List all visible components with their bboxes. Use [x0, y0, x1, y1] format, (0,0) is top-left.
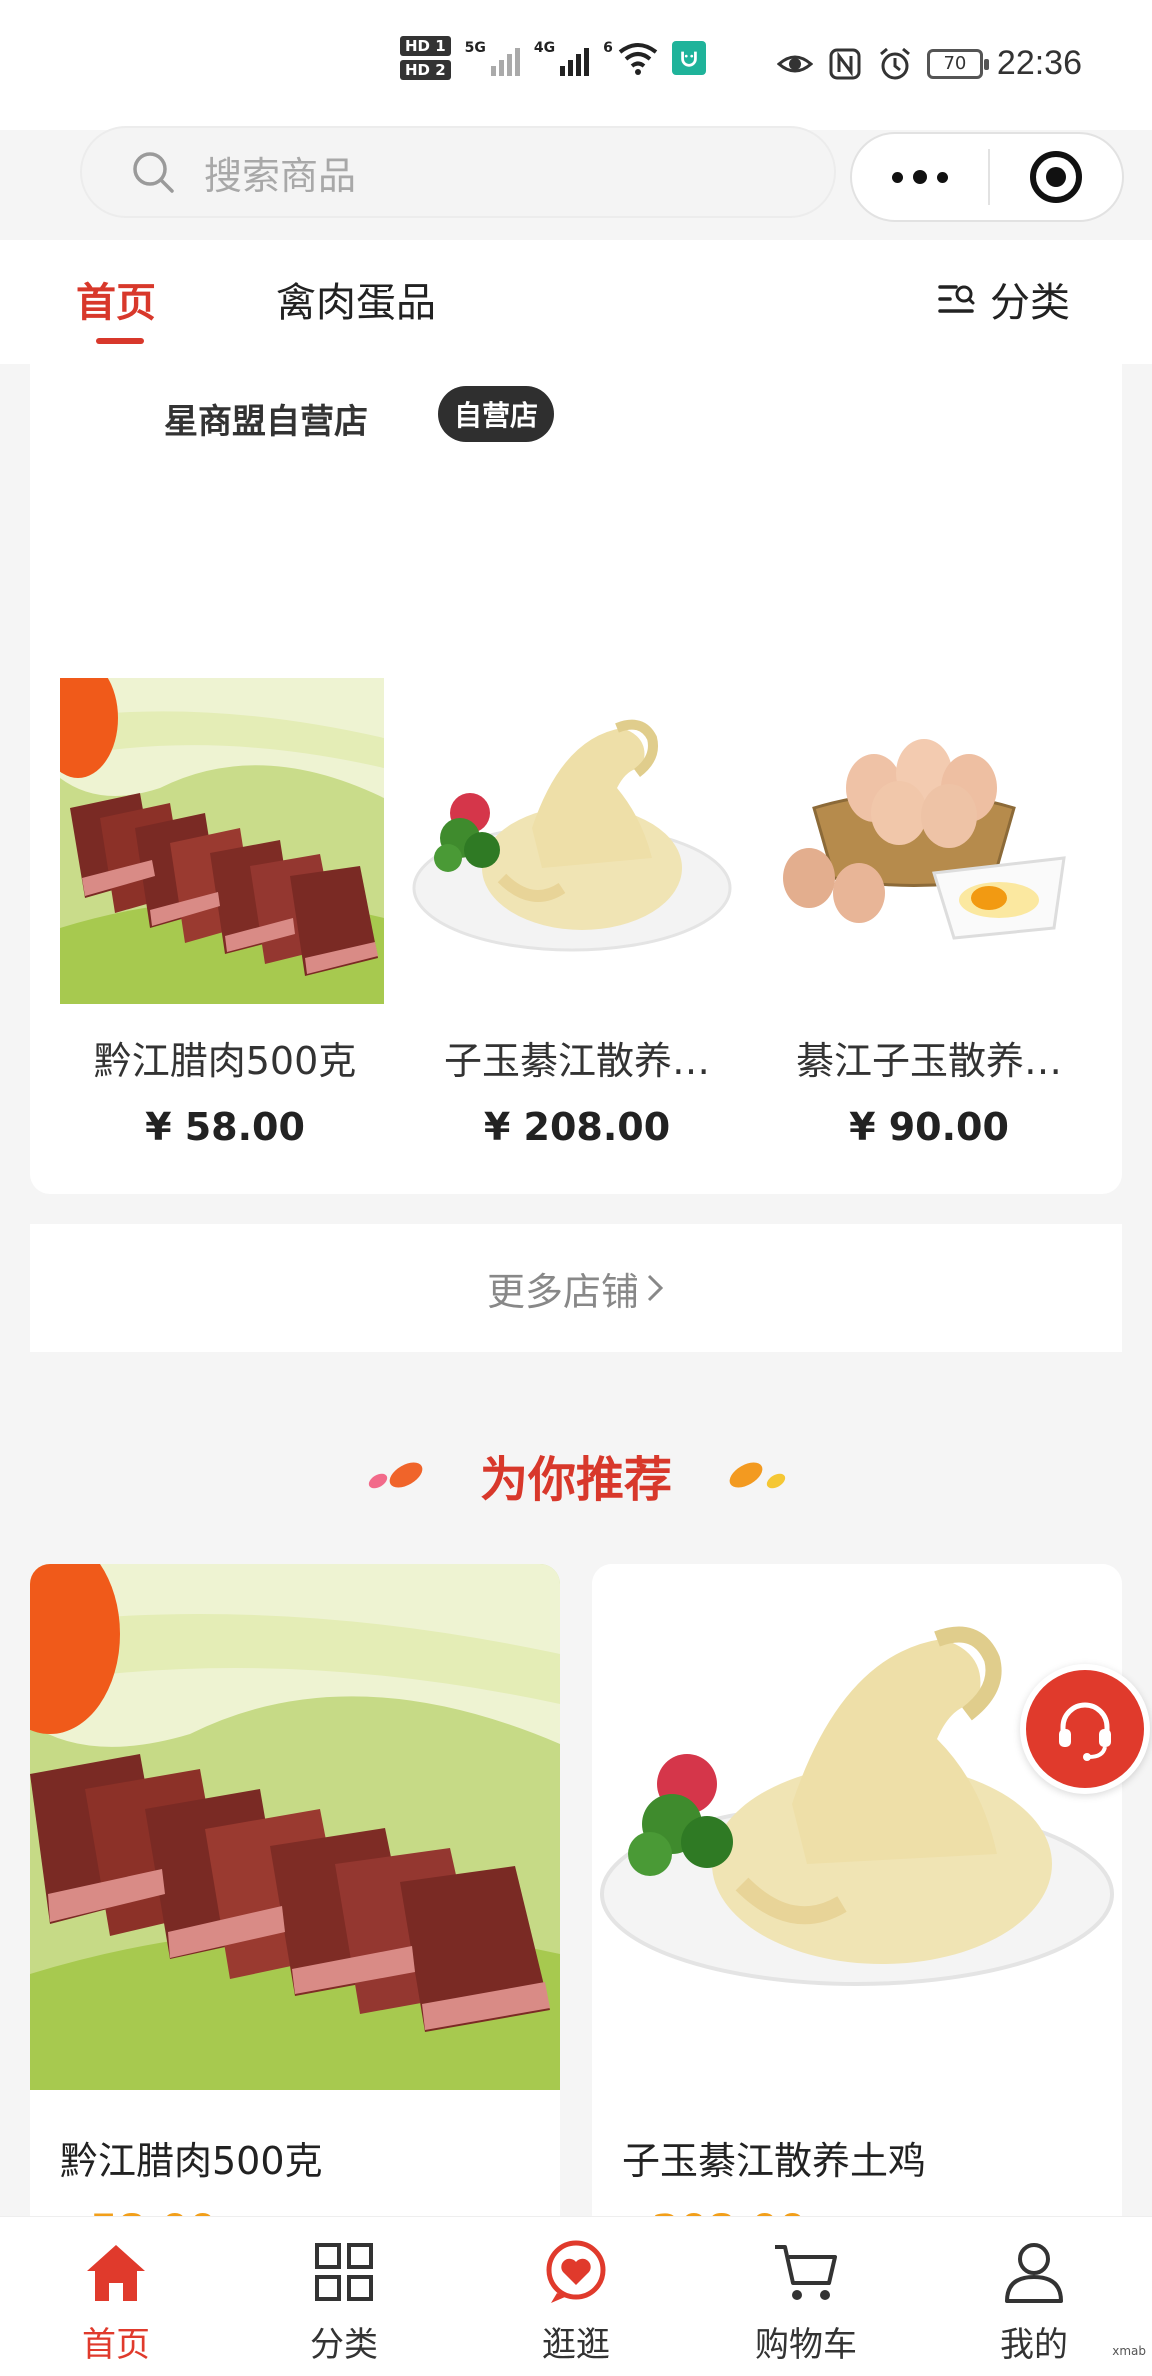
chevron-right-icon: [647, 1274, 664, 1302]
page: HD 1 HD 2 5G 4G 6 70 22:36 搜索商品 首页 禽肉蛋品 …: [0, 0, 1152, 2376]
bacon-image: [30, 1564, 560, 2090]
net3-label: 6: [603, 40, 613, 56]
tab-home[interactable]: 首页: [76, 270, 156, 328]
more-stores-label: 更多店铺: [486, 1269, 639, 1314]
hd1-label: HD 1: [400, 36, 451, 56]
store-product-name: 子玉綦江散养…: [443, 1039, 710, 1083]
recommend-title: 为你推荐: [479, 1452, 672, 1508]
store-product[interactable]: 子玉綦江散养… ¥ 208.00: [412, 678, 742, 1149]
category-label: 分类: [990, 280, 1070, 326]
bacon-image: [60, 678, 384, 1004]
search-input[interactable]: 搜索商品: [80, 126, 836, 218]
user-icon: [1005, 2243, 1063, 2303]
nav-cart[interactable]: 购物车: [726, 2237, 886, 2366]
status-right: 70 22:36: [776, 44, 1082, 83]
wifi-icon: 6: [603, 40, 658, 76]
tab-poultry-eggs[interactable]: 禽肉蛋品: [276, 270, 436, 328]
tab-active-indicator: [96, 338, 144, 344]
clock-time: 22:36: [996, 44, 1082, 82]
recommend-header: 为你推荐: [0, 1440, 1152, 1510]
nav-label: 分类: [310, 2325, 378, 2365]
heart-chat-icon: [546, 2240, 606, 2303]
category-list-icon: [938, 285, 975, 313]
store-product-name: 黔江腊肉500克: [93, 1039, 357, 1083]
customer-service-button[interactable]: [1020, 1664, 1150, 1794]
alarm-icon: [879, 47, 910, 79]
nav-profile[interactable]: 我的: [954, 2237, 1114, 2366]
net1-label: 5G: [464, 40, 486, 56]
search-placeholder: 搜索商品: [204, 153, 357, 198]
nav-category[interactable]: 分类: [264, 2237, 424, 2366]
watermark: xmab: [1112, 2344, 1146, 2358]
nav-label: 逛逛: [542, 2325, 610, 2365]
store-product[interactable]: 黔江腊肉500克 ¥ 58.00: [60, 678, 390, 1149]
decoration-right-icon: [729, 1462, 786, 1489]
store-name[interactable]: 星商盟自营店: [164, 394, 368, 443]
status-left: HD 1 HD 2 5G 4G 6: [400, 36, 706, 80]
status-bar: HD 1 HD 2 5G 4G 6 70 22:36: [0, 0, 1152, 130]
hd2-label: HD 2: [400, 60, 451, 80]
store-product-price: ¥ 90.00: [849, 1105, 1009, 1149]
eye-icon: [776, 55, 813, 72]
chicken-image: [592, 1564, 1122, 2090]
store-product-price: ¥ 58.00: [145, 1105, 305, 1149]
category-button[interactable]: 分类: [936, 270, 1070, 328]
store-product[interactable]: 綦江子玉散养… ¥ 90.00: [764, 678, 1094, 1149]
store-badge: 自营店: [438, 386, 555, 442]
headset-icon: [1059, 1702, 1111, 1761]
app-notification-icon: [671, 41, 706, 75]
more-stores-link[interactable]: 更多店铺: [30, 1224, 1122, 1352]
miniapp-capsule: [850, 132, 1124, 222]
battery-indicator: 70: [926, 48, 989, 79]
recommend-name: 黔江腊肉500克: [60, 2139, 323, 2183]
nav-browse[interactable]: 逛逛: [496, 2237, 656, 2366]
eggs-image: [764, 678, 1088, 1004]
nav-home[interactable]: 首页: [36, 2237, 196, 2366]
signal-5g-icon: 5G: [465, 40, 520, 76]
nav-label: 购物车: [755, 2325, 857, 2365]
nfc-icon: [829, 48, 861, 79]
net2-label: 4G: [533, 40, 556, 56]
bottom-nav: 首页 分类 逛逛 购物车 我的 xmab: [0, 2216, 1152, 2376]
chicken-image: [412, 678, 736, 1004]
nav-label: 首页: [82, 2325, 150, 2365]
recommend-name: 子玉綦江散养土鸡: [622, 2139, 927, 2183]
cart-icon: [775, 2245, 837, 2300]
target-icon: [1030, 151, 1082, 203]
hd-indicator: HD 1 HD 2: [400, 36, 451, 80]
decoration-left-icon: [368, 1462, 423, 1489]
store-card: 星商盟自营店 自营店 黔江腊肉500克 ¥ 58.00 子玉綦江散养… ¥ 20…: [30, 364, 1122, 1194]
close-miniapp-button[interactable]: [990, 151, 1122, 203]
tab-bar: 首页 禽肉蛋品 分类: [0, 240, 1152, 364]
more-options-button[interactable]: [852, 134, 988, 220]
home-icon: [87, 2245, 145, 2301]
store-product-name: 綦江子玉散养…: [795, 1039, 1062, 1083]
nav-label: 我的: [1000, 2325, 1068, 2365]
search-icon: [133, 152, 174, 193]
store-product-price: ¥ 208.00: [483, 1105, 671, 1149]
grid-icon: [315, 2243, 373, 2301]
signal-4g-icon: 4G: [533, 40, 590, 76]
